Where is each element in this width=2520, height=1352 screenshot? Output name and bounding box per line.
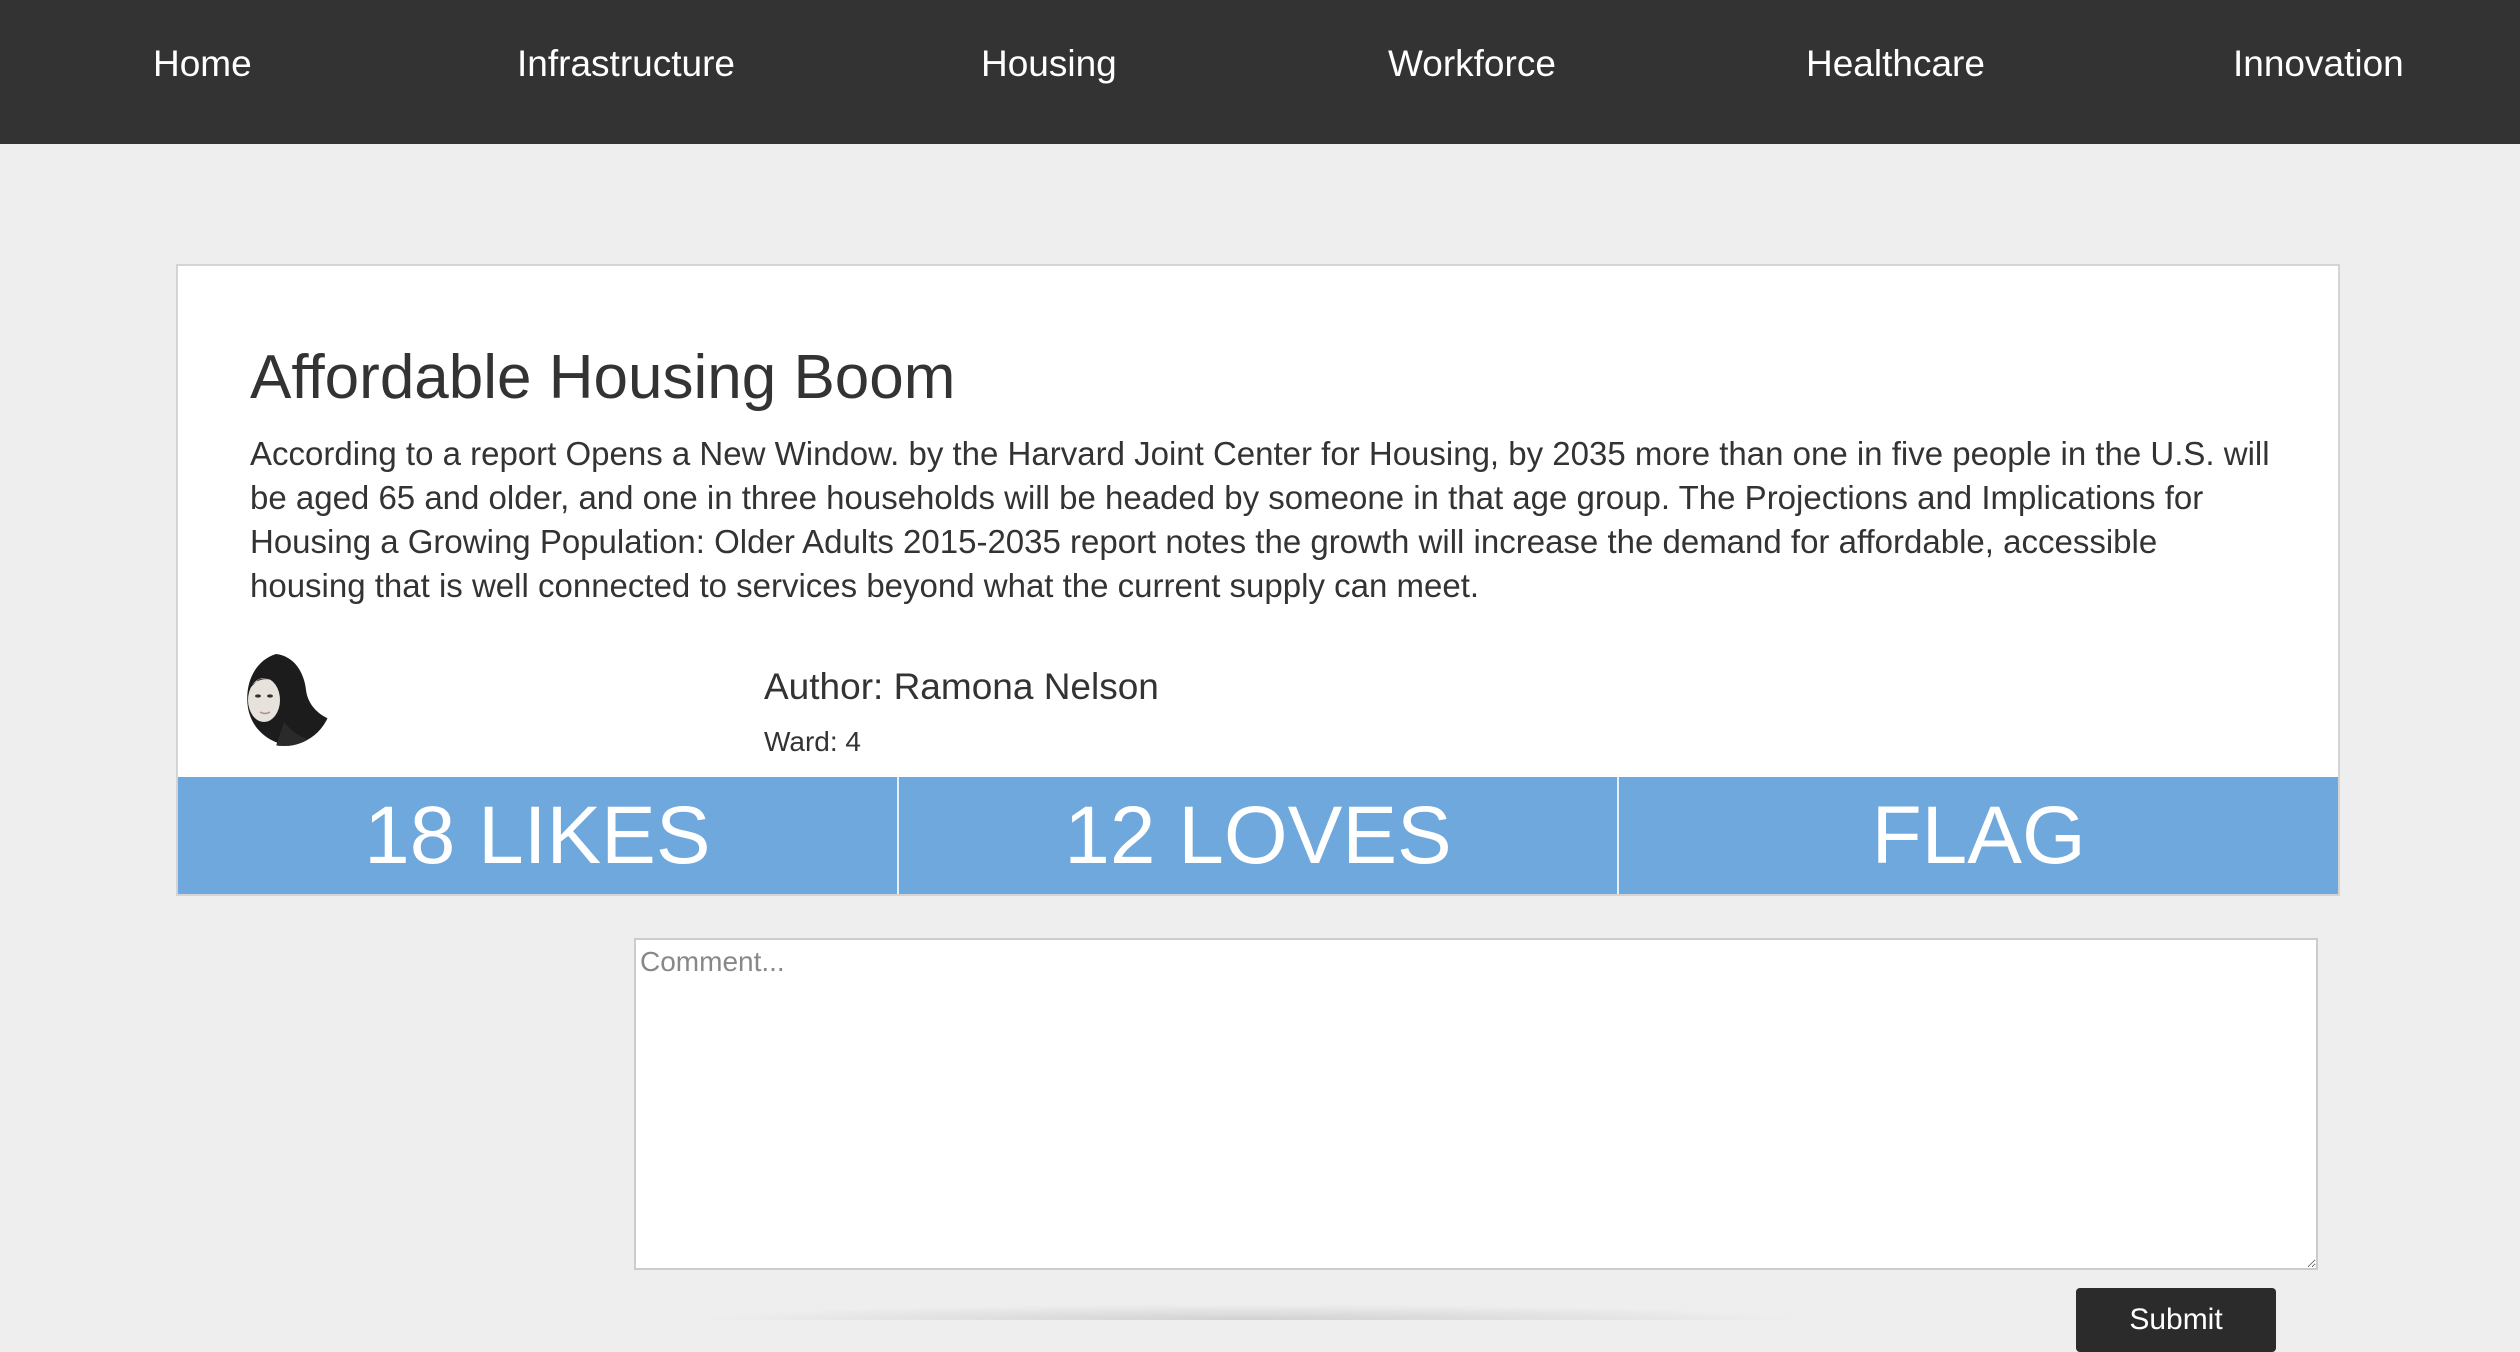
submit-button[interactable]: Submit	[2076, 1288, 2276, 1352]
post-body: According to a report Opens a New Window…	[250, 435, 2270, 604]
loves-button[interactable]: 12 LOVES	[896, 777, 1618, 894]
post-card: Affordable Housing Boom According to a r…	[176, 264, 2340, 896]
reaction-bar: 18 LIKES 12 LOVES FLAG	[178, 777, 2338, 894]
nav-healthcare[interactable]: Healthcare	[1806, 0, 1985, 128]
nav-innovation[interactable]: Innovation	[2233, 0, 2404, 128]
author-ward: Ward: 4	[764, 726, 861, 757]
avatar-photo-icon	[236, 650, 332, 746]
post-title: Affordable Housing Boom	[250, 343, 956, 412]
author-avatar	[236, 650, 332, 746]
flag-button[interactable]: FLAG	[1617, 777, 2338, 894]
nav-infrastructure[interactable]: Infrastructure	[517, 0, 735, 128]
nav-housing[interactable]: Housing	[981, 0, 1117, 128]
likes-button[interactable]: 18 LIKES	[178, 777, 897, 894]
nav-home[interactable]: Home	[153, 0, 252, 128]
author-name: Author: Ramona Nelson	[764, 666, 1159, 707]
nav-workforce[interactable]: Workforce	[1388, 0, 1556, 128]
comment-shadow	[690, 1304, 1810, 1320]
top-navigation: Home Infrastructure Housing Workforce He…	[0, 0, 2520, 144]
comment-input[interactable]	[634, 938, 2318, 1270]
